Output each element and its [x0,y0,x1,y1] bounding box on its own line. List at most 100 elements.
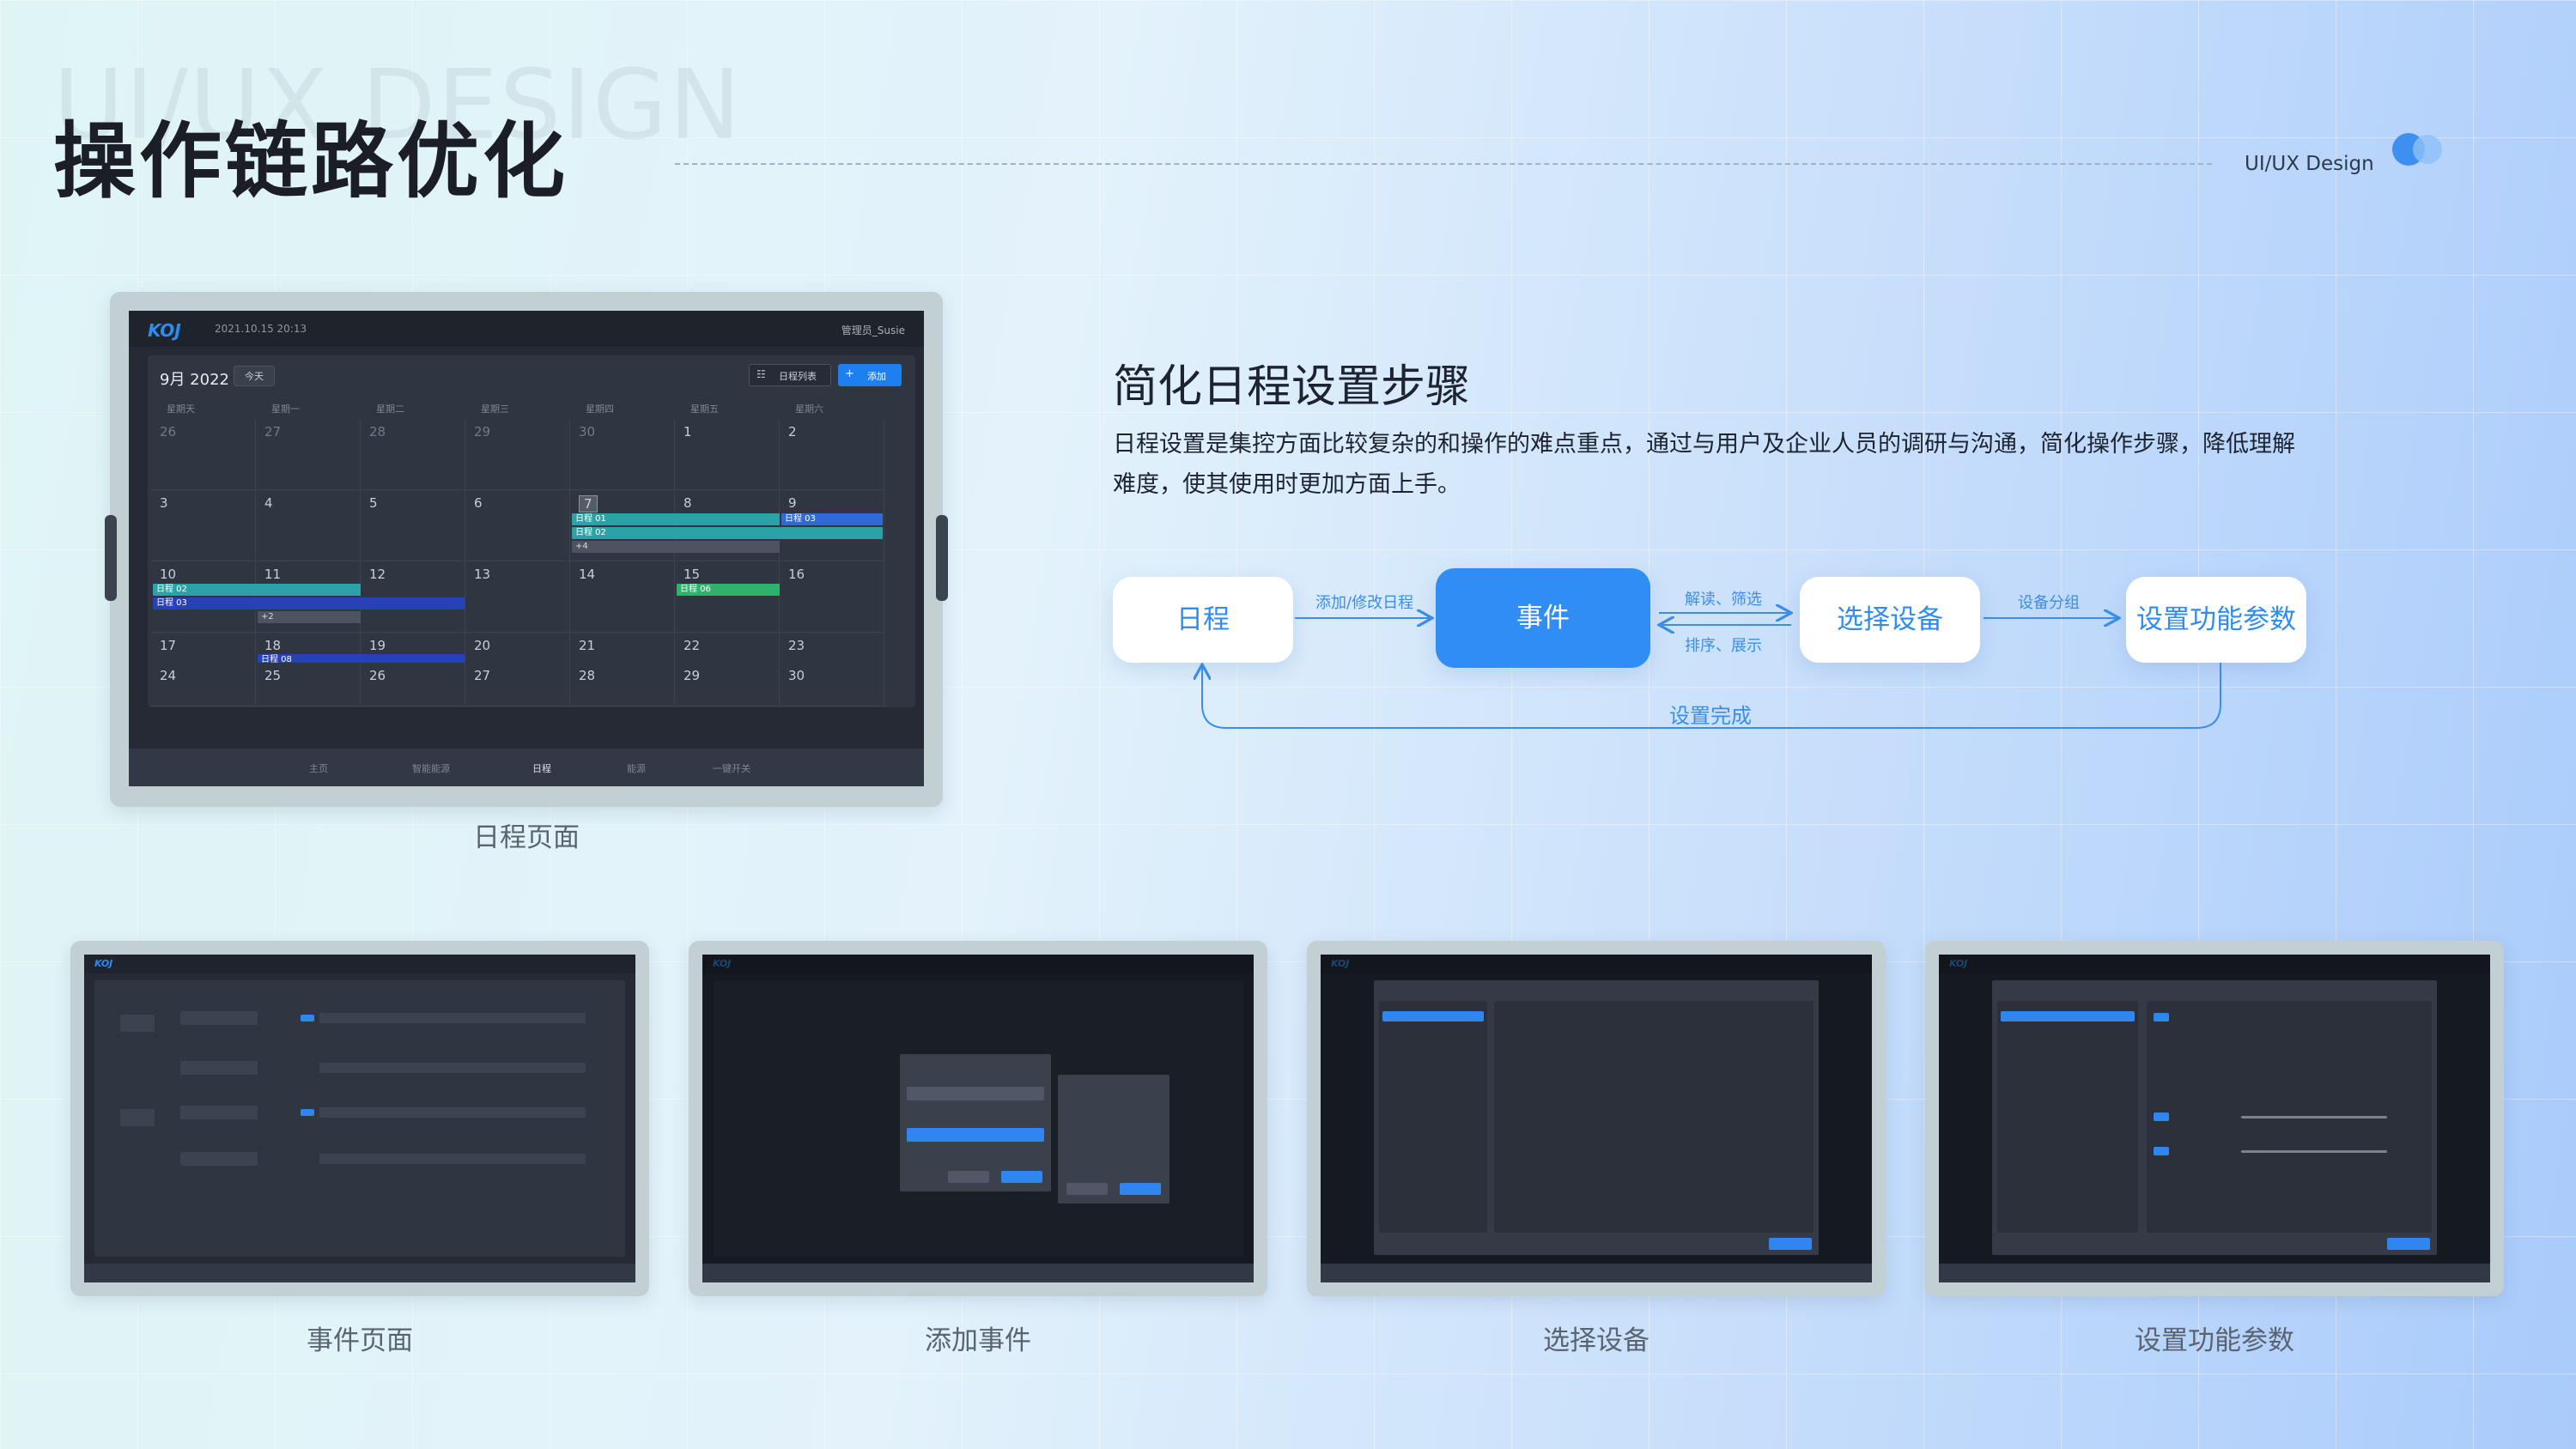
today-button[interactable]: 今天 [234,366,275,386]
param-row [319,1154,586,1164]
mini-tab-bar [84,1264,635,1282]
set-params-caption: 设置功能参数 [2135,1325,2294,1356]
day-cell[interactable]: 3 [151,490,256,561]
power-toggle[interactable] [2154,1013,2169,1022]
flow-node-select-device: 选择设备 [1800,577,1980,663]
tab-schedule[interactable]: 日程 [532,761,551,775]
day-cell[interactable]: 30 [570,419,675,490]
mini-tab-bar [702,1264,1254,1282]
tab-smart-energy[interactable]: 智能能源 [412,761,450,775]
more-events[interactable]: +4 [572,541,780,553]
day-cell[interactable]: 27 [256,419,361,490]
day-cell[interactable]: 15 [675,561,780,633]
event-dialog [900,1054,1051,1191]
toggle[interactable] [301,1109,314,1116]
day-cell[interactable]: 13 [465,561,570,633]
event-node[interactable] [120,1015,155,1032]
day-number: 10 [160,567,177,582]
event-bar[interactable]: 日程 03 [153,597,465,609]
event-row[interactable] [180,1061,258,1075]
event-bar[interactable]: 日程 01 [572,513,780,525]
mini-top-bar: KOJ [84,955,635,973]
event-row[interactable] [180,1152,258,1166]
day-cell[interactable]: 9 [780,490,884,561]
schedule-list-label: 日程列表 [779,371,817,382]
device-select-dialog [1374,980,1819,1255]
day-number: 4 [264,495,273,511]
day-cell[interactable]: 29 [465,419,570,490]
day-cell[interactable]: 25 [256,663,361,706]
day-number: 6 [474,495,483,511]
selected-device-item[interactable] [2001,1011,2135,1022]
day-cell[interactable]: 27 [465,663,570,706]
temp-toggle[interactable] [2154,1113,2169,1121]
event-bar[interactable]: 日程 06 [677,584,780,596]
next-button[interactable] [1769,1238,1812,1250]
selected-tree-item[interactable] [1382,1011,1484,1022]
schedule-list-button[interactable]: ☷ 日程列表 [749,364,831,386]
day-cell[interactable]: 5 [361,490,465,561]
tab-home[interactable]: 主页 [309,761,328,775]
event-bar[interactable]: 日程 02 [572,527,883,539]
weekday-wed: 星期三 [481,403,509,415]
day-cell[interactable]: 29 [675,663,780,706]
mode-slider[interactable] [2241,1150,2387,1153]
day-cell[interactable]: 30 [780,663,884,706]
event-node[interactable] [120,1109,155,1126]
user-name[interactable]: 管理员_Susie [841,323,905,337]
toggle[interactable] [301,1015,314,1022]
calendar-last-row: 24 25 26 27 28 29 30 [148,663,915,707]
weekday-fri: 星期五 [690,403,719,415]
temp-slider[interactable] [2241,1116,2387,1119]
event-name-input[interactable] [907,1087,1044,1100]
device-side-handle [936,515,948,601]
day-cell[interactable]: 26 [361,663,465,706]
event-row[interactable] [180,1011,258,1025]
day-number: 20 [474,638,491,653]
weekday-mon: 星期一 [271,403,300,415]
day-cell[interactable]: 16 [780,561,884,633]
time-input[interactable] [907,1128,1044,1142]
picker-cancel-button[interactable] [1066,1183,1108,1195]
day-number: 11 [264,567,282,582]
day-cell[interactable]: 2 [780,419,884,490]
day-number: 16 [788,567,805,582]
calendar-screen: KOJ 2021.10.15 20:13 管理员_Susie 9月 2022 今… [129,311,924,786]
picker-confirm-button[interactable] [1120,1183,1161,1195]
list-icon: ☷ [756,368,766,380]
datetime: 2021.10.15 20:13 [215,323,307,335]
day-cell[interactable]: 4 [256,490,361,561]
event-bar[interactable]: 日程 02 [153,584,361,596]
flow-node-schedule: 日程 [1113,577,1293,663]
confirm-button[interactable] [1001,1171,1042,1183]
tab-one-key-switch[interactable]: 一键开关 [713,761,750,775]
bottom-tab-bar: 主页 智能能源 日程 能源 一键开关 [129,749,924,786]
day-number: 22 [683,638,701,653]
day-cell[interactable]: 1 [675,419,780,490]
day-cell[interactable]: 24 [151,663,256,706]
event-bar[interactable]: 日程 03 [781,513,883,525]
day-cell[interactable]: 6 [465,490,570,561]
flow-title: 简化日程设置步骤 [1113,361,1471,413]
param-row [319,1063,586,1073]
month-label: 9月 2022 [160,371,229,389]
day-number: 3 [160,495,168,511]
mode-toggle[interactable] [2154,1147,2169,1155]
day-cell[interactable]: 26 [151,419,256,490]
tab-energy[interactable]: 能源 [627,761,646,775]
label-group: 设备分组 [2018,594,2080,612]
day-cell[interactable]: 28 [361,419,465,490]
day-cell[interactable]: 28 [570,663,675,706]
params-dialog [1992,980,2437,1255]
add-event-screen: KOJ [702,955,1254,1282]
time-picker-dialog [1058,1075,1170,1203]
device-grid [1494,1001,1814,1233]
add-button[interactable]: + 添加 [838,364,902,386]
event-row[interactable] [180,1106,258,1119]
confirm-button[interactable] [2387,1238,2430,1250]
cancel-button[interactable] [948,1171,989,1183]
device-side-handle [105,515,117,601]
more-events[interactable]: +2 [258,611,361,623]
label-add-edit: 添加/修改日程 [1315,594,1414,612]
day-cell[interactable]: 14 [570,561,675,633]
